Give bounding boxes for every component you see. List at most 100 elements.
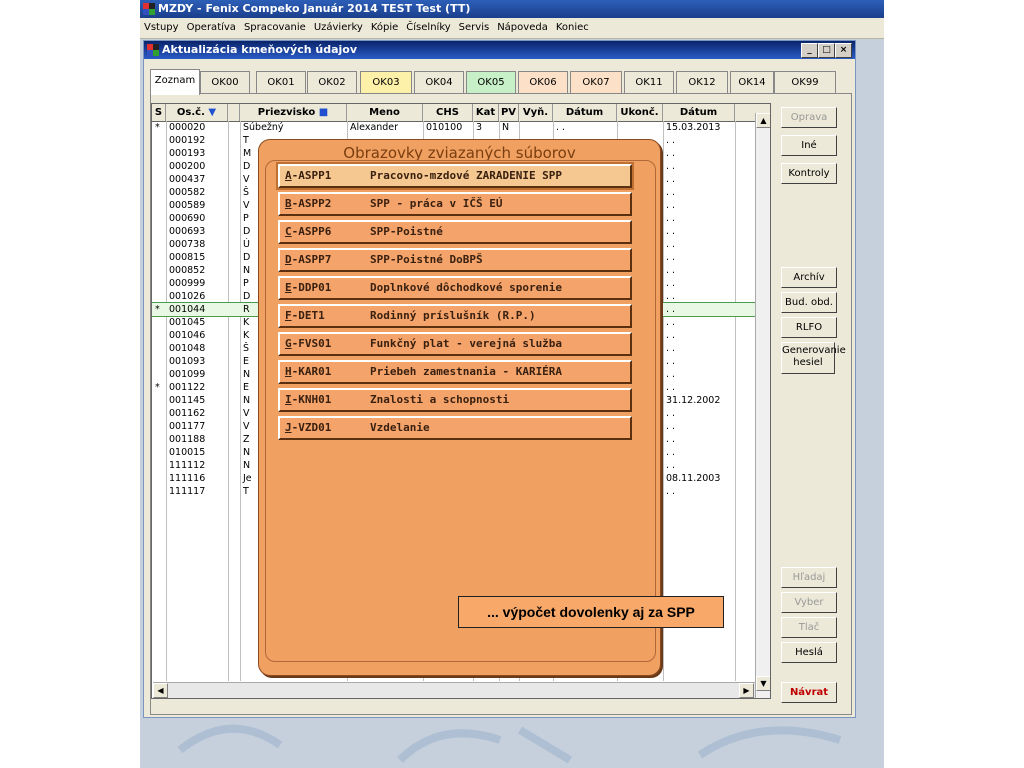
side-button-heslá[interactable]: Heslá: [781, 642, 837, 663]
col-datum-2[interactable]: Dátum: [663, 104, 735, 121]
menu-servis[interactable]: Servis: [455, 18, 494, 38]
tab-ok12[interactable]: OK12: [676, 71, 728, 94]
tab-ok01[interactable]: OK01: [256, 71, 306, 94]
linked-screen-ddp01[interactable]: E-DDP01 Doplnkové dôchodkové sporenie: [278, 276, 632, 300]
cell-d2: . .: [666, 265, 676, 276]
menu-uzavierky[interactable]: Uzávierky: [310, 18, 367, 38]
cell-d2: . .: [666, 304, 676, 315]
hotkey-letter: A: [285, 169, 292, 182]
tab-ok05[interactable]: OK05: [466, 71, 516, 94]
linked-screen-knh01[interactable]: I-KNH01 Znalosti a schopnosti: [278, 388, 632, 412]
menu-bar: Vstupy Operatíva Spracovanie Uzávierky Kópie…: [140, 18, 884, 39]
col-s[interactable]: S: [152, 104, 166, 121]
menu-koniec[interactable]: Koniec: [552, 18, 593, 38]
cell-osc: 000999: [169, 278, 206, 289]
menu-napoveda[interactable]: Nápoveda: [493, 18, 552, 38]
col-chs[interactable]: CHS: [423, 104, 473, 121]
screen-description: SPP - práca v IČŠ EÚ: [370, 197, 503, 210]
horizontal-scrollbar[interactable]: ◀ ▶: [153, 682, 755, 698]
menu-operativa[interactable]: Operatíva: [183, 18, 240, 38]
side-button-bud-obd-[interactable]: Bud. obd.: [781, 292, 837, 313]
return-button[interactable]: Návrat: [781, 682, 837, 703]
screen-code: H-KAR01: [285, 362, 331, 382]
cell-d2: . .: [666, 460, 676, 471]
col-blank: [228, 104, 240, 121]
linked-screen-fvs01[interactable]: G-FVS01 Funkčný plat - verejná služba: [278, 332, 632, 356]
side-button-oprava[interactable]: Oprava: [781, 107, 837, 128]
scroll-right-icon[interactable]: ▶: [739, 683, 754, 698]
cell-d2: . .: [666, 213, 676, 224]
cell-osc: 111112: [169, 460, 206, 471]
side-button-vyber[interactable]: Vyber: [781, 592, 837, 613]
sort-desc-icon: ▼: [208, 107, 217, 118]
linked-screen-aspp7[interactable]: D-ASPP7 SPP-Poistné DoBPŠ: [278, 248, 632, 272]
col-ukonc[interactable]: Ukonč.: [617, 104, 663, 121]
scroll-left-icon[interactable]: ◀: [153, 683, 168, 698]
screen-description: Vzdelanie: [370, 421, 430, 434]
col-priezvisko[interactable]: Priezvisko ■: [240, 104, 347, 121]
tab-ok02[interactable]: OK02: [307, 71, 357, 94]
scroll-down-icon[interactable]: ▼: [756, 676, 770, 691]
cell-osc: 001188: [169, 434, 206, 445]
tab-ok00[interactable]: OK00: [200, 71, 250, 94]
scroll-up-icon[interactable]: ▲: [756, 113, 770, 128]
table-row[interactable]: * 000020 Súbežný Alexander 010100 3 N . . 15.03.…: [152, 121, 770, 134]
tab-ok06[interactable]: OK06: [518, 71, 568, 94]
window-title: Aktualizácia kmeňových údajov: [162, 43, 358, 56]
side-button-kontroly[interactable]: Kontroly: [781, 163, 837, 184]
cell-s: [152, 290, 166, 303]
close-button[interactable]: ×: [835, 43, 852, 58]
screen-code: A-ASPP1: [285, 166, 331, 186]
cell-s: [152, 173, 166, 186]
cell-osc: 111116: [169, 473, 206, 484]
col-kat[interactable]: Kat: [473, 104, 499, 121]
linked-screen-aspp6[interactable]: C-ASPP6 SPP-Poistné: [278, 220, 632, 244]
col-pv[interactable]: PV: [499, 104, 519, 121]
tab-ok07[interactable]: OK07: [570, 71, 622, 94]
linked-screen-det1[interactable]: F-DET1 Rodinný príslušník (R.P.): [278, 304, 632, 328]
cell-d2: . .: [666, 135, 676, 146]
tab-ok04[interactable]: OK04: [414, 71, 464, 94]
cell-d2: . .: [666, 330, 676, 341]
menu-spracovanie[interactable]: Spracovanie: [240, 18, 310, 38]
cell-osc: 001122: [169, 382, 206, 393]
cell-osc: 000589: [169, 200, 206, 211]
screen-description: Pracovno-mzdové ZARADENIE SPP: [370, 169, 563, 182]
side-button-hľadaj[interactable]: Hľadaj: [781, 567, 837, 588]
cell-pv: N: [502, 122, 510, 133]
col-vyn[interactable]: Vyň.: [519, 104, 553, 121]
linked-screen-vzd01[interactable]: J-VZD01 Vzdelanie: [278, 416, 632, 440]
side-button-rlfo[interactable]: RLFO: [781, 317, 837, 338]
col-osc[interactable]: Os.č. ▼: [166, 104, 228, 121]
tab-ok14[interactable]: OK14: [730, 71, 774, 94]
side-button-tlač[interactable]: Tlač: [781, 617, 837, 638]
side-button-archív[interactable]: Archív: [781, 267, 837, 288]
cell-osc: 001045: [169, 317, 206, 328]
cell-s: [152, 251, 166, 264]
cell-meno: Alexander: [350, 122, 399, 133]
cell-s: [152, 420, 166, 433]
side-button-generovanie-hesiel[interactable]: Generovanie hesiel: [781, 342, 846, 374]
menu-vstupy[interactable]: Vstupy: [140, 18, 183, 38]
linked-screen-aspp2[interactable]: B-ASPP2 SPP - práca v IČŠ EÚ: [278, 192, 632, 216]
tab-ok11[interactable]: OK11: [624, 71, 674, 94]
tab-zoznam[interactable]: Zoznam: [150, 69, 200, 95]
linked-screen-aspp1[interactable]: A-ASPP1 Pracovno-mzdové ZARADENIE SPP: [276, 162, 634, 190]
tab-ok03[interactable]: OK03: [360, 71, 412, 94]
sort-marker-icon: ■: [318, 107, 329, 118]
menu-kopie[interactable]: Kópie: [367, 18, 402, 38]
col-datum[interactable]: Dátum: [553, 104, 617, 121]
linked-screen-kar01[interactable]: H-KAR01 Priebeh zamestnania - KARIÉRA: [278, 360, 632, 384]
vertical-scrollbar[interactable]: ▲ ▼: [755, 113, 770, 698]
screen-description: Znalosti a schopnosti: [370, 393, 510, 406]
cell-s: [152, 277, 166, 290]
col-meno[interactable]: Meno: [347, 104, 423, 121]
tab-ok99[interactable]: OK99: [774, 71, 836, 94]
app-titlebar: MZDY - Fenix Compeko Január 2014 TEST Te…: [140, 0, 884, 18]
maximize-button[interactable]: □: [818, 43, 835, 58]
cell-d2: . .: [666, 278, 676, 289]
side-button-iné[interactable]: Iné: [781, 135, 837, 156]
cell-s: [152, 368, 166, 381]
minimize-button[interactable]: _: [801, 43, 818, 58]
menu-ciselniky[interactable]: Číselníky: [402, 18, 454, 38]
